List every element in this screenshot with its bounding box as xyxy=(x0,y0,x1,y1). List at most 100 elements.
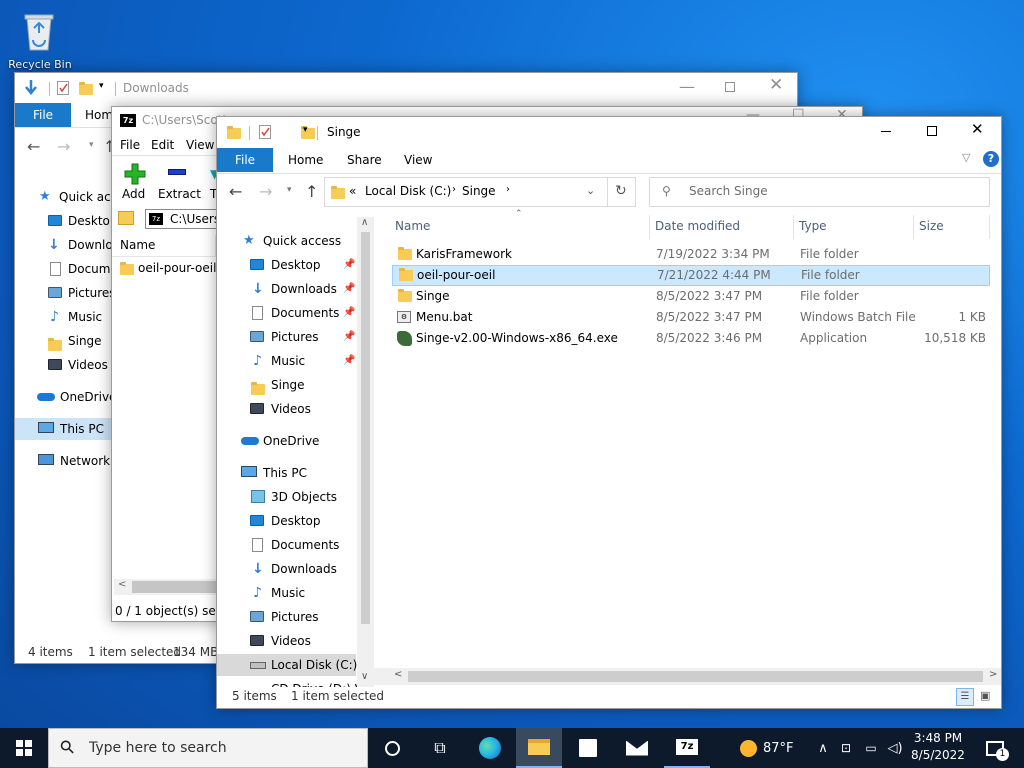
qat-chevron-icon[interactable]: ▾ xyxy=(303,125,308,135)
7zip-menu-file[interactable]: File xyxy=(120,138,140,152)
store-button[interactable] xyxy=(566,728,610,768)
nav-network[interactable]: Network xyxy=(15,450,115,472)
weather-widget[interactable]: 87°F xyxy=(740,728,808,768)
nav-videos[interactable]: Videos xyxy=(217,398,357,420)
column-type[interactable]: Type xyxy=(799,219,827,233)
recycle-bin[interactable]: Recycle Bin xyxy=(8,6,72,72)
mail-button[interactable] xyxy=(614,728,660,768)
scroll-right-icon[interactable]: > xyxy=(989,669,997,680)
tray-chevron-button[interactable]: ∧ xyxy=(814,728,832,768)
nav-music[interactable]: ♪ Music 📌 xyxy=(217,350,357,372)
up-icon[interactable]: ↑ xyxy=(305,182,318,201)
recent-icon[interactable]: ▾ xyxy=(89,140,94,150)
7zip-menu-edit[interactable]: Edit xyxy=(151,138,174,152)
cortana-button[interactable] xyxy=(372,728,412,768)
help-icon[interactable]: ? xyxy=(983,151,999,167)
back-icon[interactable]: ← xyxy=(229,182,242,201)
clock[interactable]: 3:48 PM 8/5/2022 xyxy=(906,730,970,766)
7zip-hscrollbar[interactable]: < xyxy=(114,579,216,595)
ribbon-expand-icon[interactable]: ▽ xyxy=(962,151,970,164)
nav-singe[interactable]: Singe xyxy=(217,374,357,396)
volume-button[interactable]: ◁) xyxy=(884,728,906,768)
nav-quick-access[interactable]: ★ Quick access xyxy=(217,230,357,252)
7zip-taskbar-button[interactable]: 7z xyxy=(664,728,710,768)
nav-pc-pictures[interactable]: Pictures xyxy=(217,606,357,628)
column-date-modified[interactable]: Date modified xyxy=(655,219,740,233)
nav-pc-desktop[interactable]: Desktop xyxy=(217,510,357,532)
file-row[interactable]: Singe-v2.00-Windows-x86_64.exe 8/5/2022 … xyxy=(392,328,990,349)
pin-icon[interactable]: 📌 xyxy=(343,278,355,300)
7zip-add-button[interactable]: Add xyxy=(120,159,148,205)
forward-icon[interactable]: → xyxy=(57,137,70,156)
file-row[interactable]: Singe 8/5/2022 3:47 PM File folder xyxy=(392,286,990,307)
nav-documents[interactable]: Documents 📌 xyxy=(217,302,357,324)
nav-3d-objects[interactable]: 3D Objects xyxy=(217,486,357,508)
7zip-column-name[interactable]: Name xyxy=(112,235,216,257)
back-nav-pane[interactable]: ★ Quick acce Desktop ↓ Downloa Docume Pi… xyxy=(15,181,125,481)
tab-view[interactable]: View xyxy=(404,153,432,167)
7zip-file-row[interactable]: oeil-pour-oeil xyxy=(118,259,218,279)
nav-pane[interactable]: ★ Quick access Desktop 📌 ↓ Downloads 📌 D… xyxy=(217,217,374,687)
maximize-button[interactable] xyxy=(927,126,937,136)
pin-icon[interactable]: 📌 xyxy=(343,254,355,276)
nav-pc-music[interactable]: ♪ Music xyxy=(217,582,357,604)
nav-videos[interactable]: Videos xyxy=(15,354,115,376)
nav-documents[interactable]: Docume xyxy=(15,258,118,280)
breadcrumb-local-disk[interactable]: Local Disk (C:) xyxy=(365,184,451,198)
breadcrumb-singe[interactable]: Singe xyxy=(462,184,496,198)
down-arrow-icon[interactable] xyxy=(23,79,39,100)
content-hscrollbar[interactable]: < > xyxy=(374,668,1001,685)
nav-local-disk[interactable]: Local Disk (C:) xyxy=(217,654,357,676)
properties-icon[interactable] xyxy=(57,81,69,95)
tab-share[interactable]: Share xyxy=(347,153,382,167)
pin-icon[interactable]: 📌 xyxy=(343,326,355,348)
properties-icon[interactable] xyxy=(259,125,271,139)
nav-pc-downloads[interactable]: ↓ Downloads xyxy=(217,558,357,580)
file-tab[interactable]: File xyxy=(15,103,71,127)
qat-chevron-icon[interactable]: ▾ xyxy=(99,81,104,91)
column-size[interactable]: Size xyxy=(919,219,944,233)
pin-icon[interactable]: 📌 xyxy=(343,350,355,372)
file-row[interactable]: KarisFramework 7/19/2022 3:34 PM File fo… xyxy=(392,244,990,265)
new-folder-icon[interactable] xyxy=(79,82,93,95)
scroll-down-icon[interactable]: ∨ xyxy=(361,671,368,682)
tab-home[interactable]: Home xyxy=(288,153,323,167)
scroll-left-icon[interactable]: < xyxy=(118,579,126,590)
taskbar-search-box[interactable]: ⚲ Type here to search xyxy=(48,728,368,768)
close-button[interactable]: ✕ xyxy=(971,120,984,138)
scroll-thumb[interactable] xyxy=(408,671,983,682)
tab-file[interactable]: File xyxy=(217,148,273,172)
minimize-button[interactable] xyxy=(881,131,891,132)
column-name[interactable]: Name xyxy=(395,219,430,233)
refresh-icon[interactable]: ↻ xyxy=(615,183,627,199)
nav-onedrive[interactable]: OneDrive xyxy=(217,430,357,452)
nav-downloads[interactable]: ↓ Downloa xyxy=(15,234,120,256)
scroll-up-icon[interactable]: ∧ xyxy=(361,217,368,228)
nav-singe[interactable]: Singe xyxy=(15,330,115,352)
nav-cd-drive[interactable]: CD Drive (D:) V xyxy=(217,678,363,687)
address-dropdown-icon[interactable]: ⌄ xyxy=(586,184,595,197)
nav-pc-videos[interactable]: Videos xyxy=(217,630,357,652)
nav-quick-access[interactable]: ★ Quick acce xyxy=(15,186,125,208)
nav-desktop[interactable]: Desktop 📌 xyxy=(217,254,357,276)
recent-locations-icon[interactable]: ▾ xyxy=(287,185,292,195)
pin-icon[interactable]: 📌 xyxy=(343,302,355,324)
search-box[interactable]: ⚲ Search Singe xyxy=(649,177,990,207)
nav-pictures[interactable]: Pictures xyxy=(15,282,116,304)
scroll-left-icon[interactable]: < xyxy=(394,669,402,680)
notifications-button[interactable]: 1 xyxy=(978,728,1012,768)
nav-scrollbar[interactable]: ∧ ∨ xyxy=(357,217,374,687)
minimize-button[interactable]: — xyxy=(679,77,695,96)
network-tray-button[interactable]: ▭ xyxy=(860,728,882,768)
maximize-button[interactable] xyxy=(725,82,735,92)
large-icons-view-icon[interactable]: ▣ xyxy=(980,689,995,704)
7zip-menu-view[interactable]: View xyxy=(186,138,214,152)
nav-onedrive[interactable]: OneDrive xyxy=(15,386,116,408)
task-view-button[interactable]: ⧉ xyxy=(420,728,460,768)
details-view-icon[interactable]: ☰ xyxy=(956,688,974,706)
breadcrumb-overflow[interactable]: « xyxy=(349,184,356,198)
file-row[interactable]: oeil-pour-oeil 7/21/2022 4:44 PM File fo… xyxy=(392,265,990,286)
start-button[interactable] xyxy=(0,728,48,768)
breadcrumb-sep-icon[interactable]: › xyxy=(452,184,456,195)
singe-window[interactable]: ▾ Singe ✕ File Home Share View ▽ ? ← → ▾… xyxy=(216,116,1002,709)
